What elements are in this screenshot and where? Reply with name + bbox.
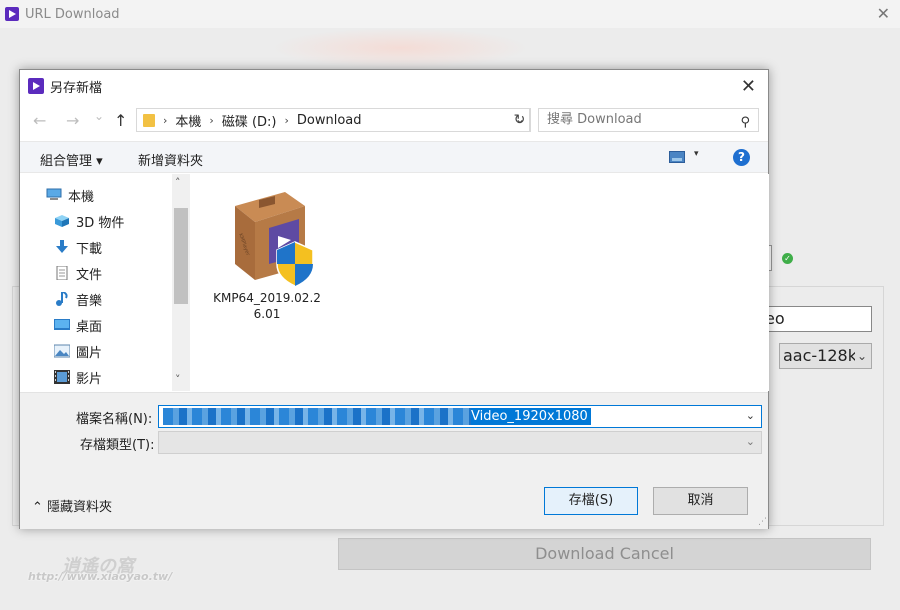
breadcrumb-download[interactable]: Download xyxy=(297,113,362,128)
status-ok-icon: ✓ xyxy=(782,253,793,264)
navigation-pane: 本機 3D 物件 下載 文件 音樂 桌面 圖片 影片 xyxy=(20,174,190,391)
up-arrow-icon[interactable]: ↑ xyxy=(114,111,127,130)
scroll-up-arrow-icon[interactable]: ˄ xyxy=(175,176,181,189)
breadcrumb-separator: › xyxy=(284,113,289,127)
chevron-down-icon[interactable]: ⌄ xyxy=(746,435,755,448)
file-item[interactable]: KMPlayer KMP64_2019.02.26.01 xyxy=(213,184,321,322)
folder-icon xyxy=(143,113,155,127)
background-format-input[interactable]: eo xyxy=(760,306,872,332)
scroll-down-arrow-icon[interactable]: ˅ xyxy=(175,373,181,386)
breadcrumb-this-pc[interactable]: 本機 xyxy=(175,111,201,130)
dialog-close-button[interactable]: ✕ xyxy=(741,76,756,97)
nav-item-3d-objects[interactable]: 3D 物件 xyxy=(54,210,124,232)
dialog-toolbar: 組合管理 ▾ 新增資料夾 ▾ ? xyxy=(20,141,768,173)
save-button[interactable]: 存檔(S) xyxy=(544,487,638,515)
refresh-icon[interactable]: ↻ xyxy=(509,108,531,132)
nav-item-label: 下載 xyxy=(76,241,103,257)
search-placeholder: 搜尋 Download xyxy=(547,112,642,127)
filename-selection: Video_1920x1080 xyxy=(163,408,591,425)
download-icon xyxy=(54,240,70,254)
breadcrumb-drive-d[interactable]: 磁碟 (D:) xyxy=(222,111,277,130)
breadcrumb-separator: › xyxy=(209,113,214,127)
desktop-icon xyxy=(54,318,70,332)
filename-input[interactable]: Video_1920x1080 ⌄ xyxy=(158,405,762,428)
background-audio-select[interactable]: aac-128k ⌄ xyxy=(779,343,872,369)
breadcrumb-separator: › xyxy=(163,113,168,127)
nav-item-desktop[interactable]: 桌面 xyxy=(54,314,102,336)
navigation-scrollbar[interactable]: ˄ ˅ xyxy=(172,174,190,391)
view-mode-icon[interactable] xyxy=(669,151,685,163)
recent-locations-chevron-icon[interactable]: ⌄ xyxy=(94,109,104,123)
nav-item-label: 本機 xyxy=(68,189,95,205)
dialog-title: 另存新檔 xyxy=(50,80,103,96)
chevron-down-icon[interactable]: ⌄ xyxy=(746,409,755,422)
pictures-icon xyxy=(53,344,71,358)
document-icon xyxy=(54,265,70,281)
nav-item-label: 圖片 xyxy=(76,345,103,361)
filetype-label: 存檔類型(T): xyxy=(80,438,155,453)
computer-icon xyxy=(46,188,62,202)
forward-arrow-icon[interactable]: → xyxy=(66,111,79,130)
scrollbar-thumb[interactable] xyxy=(174,208,188,304)
nav-item-documents[interactable]: 文件 xyxy=(54,262,102,284)
nav-item-pictures[interactable]: 圖片 xyxy=(53,340,103,362)
new-folder-button[interactable]: 新增資料夾 xyxy=(138,150,203,169)
nav-item-downloads[interactable]: 下載 xyxy=(54,236,102,258)
save-as-dialog: 另存新檔 ✕ ← → ⌄ ↑ › 本機 › 磁碟 (D:) › Download… xyxy=(19,69,769,529)
organize-menu-button[interactable]: 組合管理 ▾ xyxy=(40,150,103,169)
back-arrow-icon[interactable]: ← xyxy=(33,111,46,130)
chevron-down-icon: ⌄ xyxy=(854,344,867,368)
nav-item-label: 音樂 xyxy=(76,293,103,309)
background-close-button[interactable]: ✕ xyxy=(877,4,890,23)
address-row: ← → ⌄ ↑ › 本機 › 磁碟 (D:) › Download ⌄ ↻ 搜尋… xyxy=(20,107,768,135)
3d-objects-icon xyxy=(54,214,70,228)
nav-item-music[interactable]: 音樂 xyxy=(54,288,102,310)
background-banner-image xyxy=(270,28,530,68)
app-logo-icon xyxy=(28,78,44,94)
background-window-title: URL Download xyxy=(25,6,120,22)
music-icon xyxy=(54,291,70,306)
address-bar[interactable]: › 本機 › 磁碟 (D:) › Download ⌄ xyxy=(136,108,530,132)
nav-item-label: 桌面 xyxy=(76,319,103,335)
view-options-chevron-icon[interactable]: ▾ xyxy=(694,149,699,159)
cancel-button[interactable]: 取消 xyxy=(653,487,748,515)
audio-select-value: aac-128k xyxy=(783,346,857,365)
file-name-label: KMP64_2019.02.26.01 xyxy=(213,291,321,321)
nav-item-label: 影片 xyxy=(76,371,103,387)
background-titlebar: URL Download ✕ xyxy=(0,0,900,28)
videos-icon xyxy=(54,370,70,384)
search-input[interactable]: 搜尋 Download ⚲ xyxy=(538,108,759,132)
installer-package-icon: KMPlayer xyxy=(213,184,321,290)
app-logo-icon xyxy=(5,7,19,21)
help-icon[interactable]: ? xyxy=(733,149,750,166)
hide-folders-toggle[interactable]: ⌃ 隱藏資料夾 xyxy=(32,496,112,515)
watermark-url: http://www.xiaoyao.tw/ xyxy=(28,570,173,583)
pixelated-redaction xyxy=(163,408,471,425)
save-options-area: 檔案名稱(N): Video_1920x1080 ⌄ 存檔類型(T): ⌄ ⌃ … xyxy=(20,392,768,529)
file-list-pane: KMPlayer KMP64_2019.02.26.01 xyxy=(191,174,769,391)
resize-grip-icon[interactable]: ⋰ xyxy=(758,517,767,527)
nav-item-label: 3D 物件 xyxy=(76,215,125,231)
search-icon: ⚲ xyxy=(740,115,750,130)
nav-item-this-pc[interactable]: 本機 xyxy=(46,184,94,206)
filename-text: Video_1920x1080 xyxy=(471,409,588,424)
filename-label: 檔案名稱(N): xyxy=(76,412,153,427)
nav-item-label: 文件 xyxy=(76,267,103,283)
download-cancel-button[interactable]: Download Cancel xyxy=(338,538,871,570)
filetype-select[interactable]: ⌄ xyxy=(158,431,762,454)
dialog-titlebar: 另存新檔 ✕ xyxy=(20,70,768,102)
nav-item-videos[interactable]: 影片 xyxy=(54,366,102,388)
